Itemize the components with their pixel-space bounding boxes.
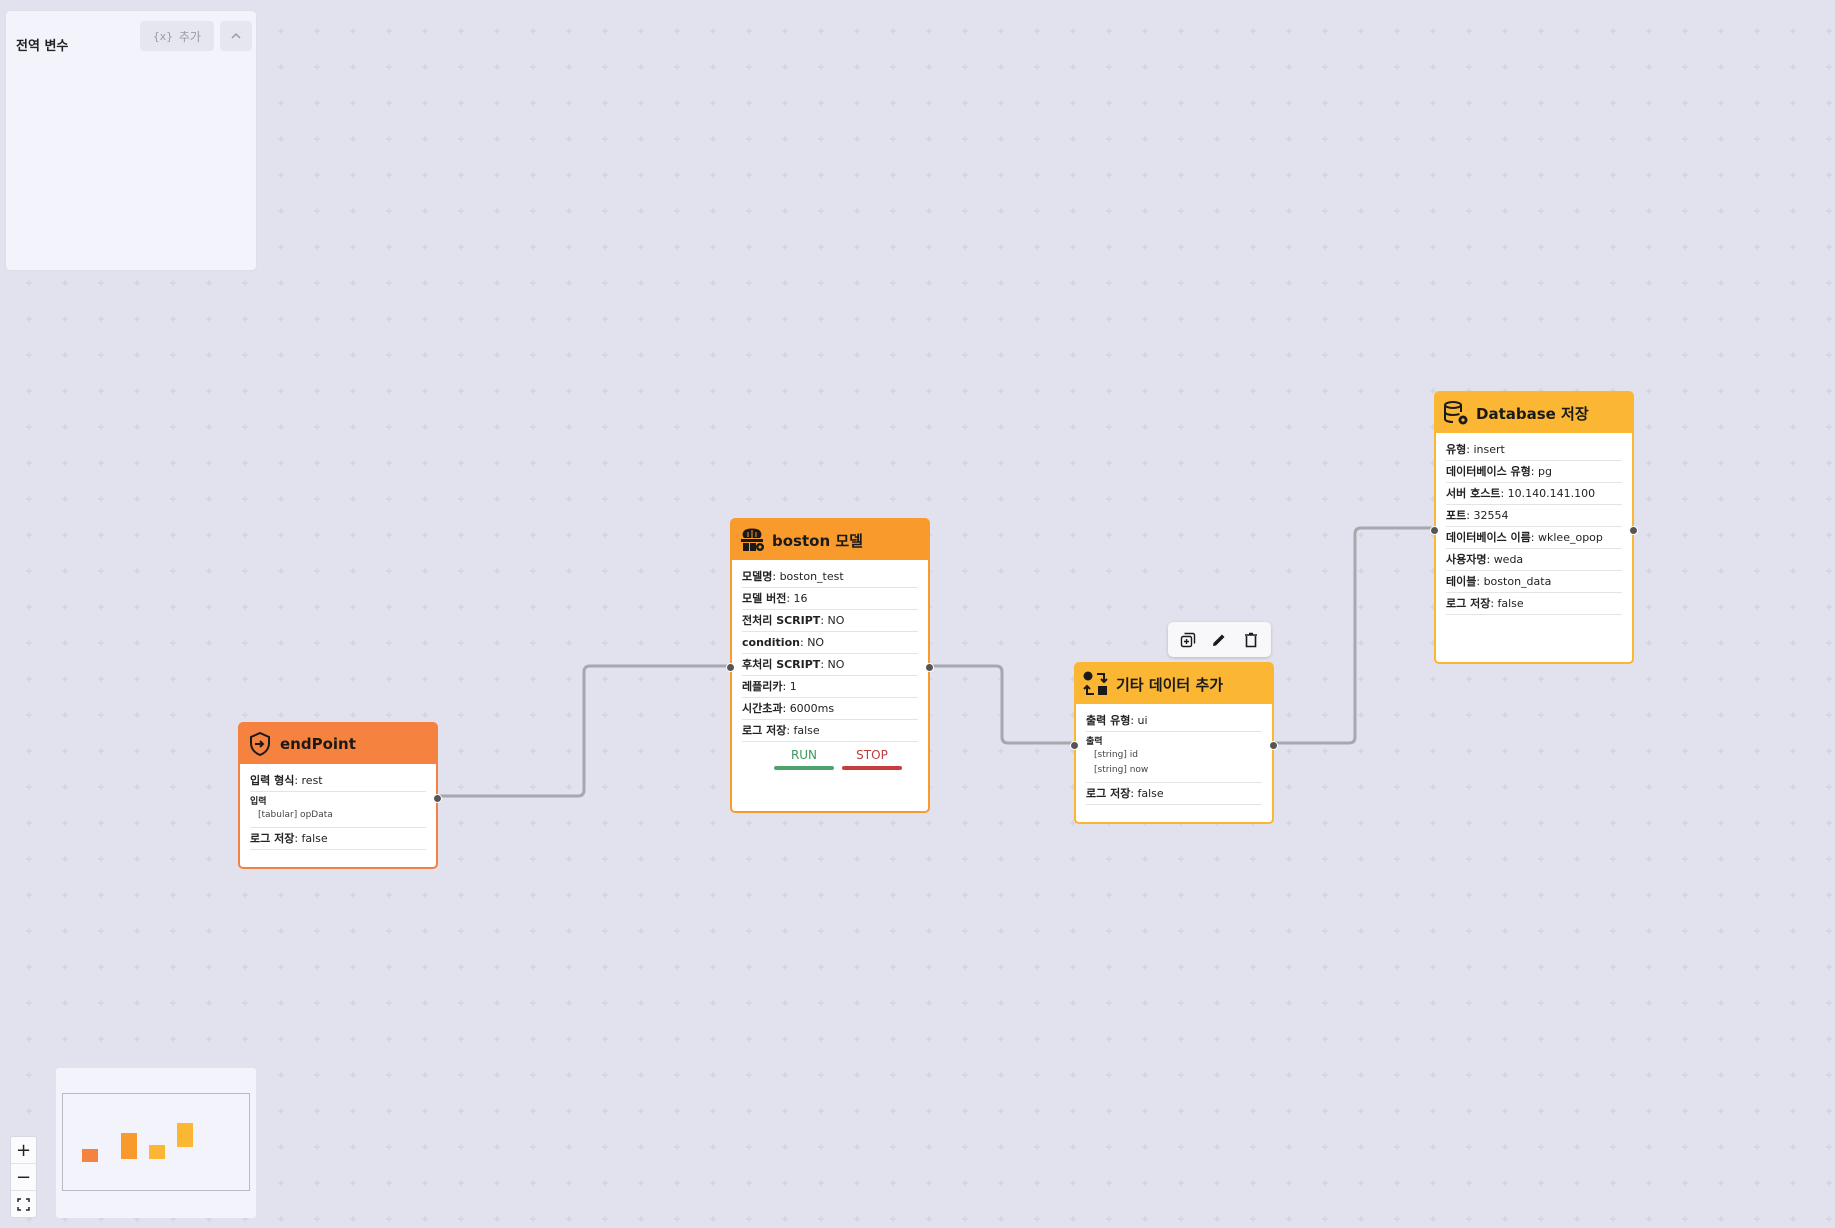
endpoint-input-section: 입력 [tabular] opData [250, 792, 426, 828]
endpoint-input-label: 입력 [250, 797, 267, 807]
minimap[interactable] [56, 1068, 256, 1218]
edge-boston-other[interactable] [929, 664, 1075, 745]
endpoint-input-item: [tabular] opData [258, 810, 333, 820]
zoom-controls: + − [10, 1136, 37, 1218]
stop-indicator [842, 766, 902, 770]
shapes-transform-icon [1082, 670, 1110, 698]
database-node-header[interactable]: Database 저장 [1436, 393, 1632, 433]
global-variables-panel: 전역 변수 {x} 추가 [6, 11, 256, 270]
boston-row-replica: 레플리카: 1 [742, 676, 918, 698]
database-row-type: 유형: insert [1446, 439, 1622, 461]
database-row-port: 포트: 32554 [1446, 505, 1622, 527]
database-input-port[interactable] [1430, 526, 1439, 535]
database-row-log: 로그 저장: false [1446, 593, 1622, 615]
boston-row-model-version: 모델 버전: 16 [742, 588, 918, 610]
boston-node-title: boston 모델 [772, 531, 863, 550]
endpoint-node-title: endPoint [280, 735, 356, 753]
fit-view-icon [17, 1197, 30, 1211]
other-data-output-item-now: [string] now [1094, 765, 1149, 775]
add-variable-label: 추가 [178, 29, 201, 44]
database-row-table: 테이블: boston_data [1446, 571, 1622, 593]
minimap-node-boston [121, 1133, 137, 1159]
boston-row-log: 로그 저장: false [742, 720, 918, 742]
other-data-output-label: 출력 [1086, 737, 1103, 747]
boston-row-condition: condition: NO [742, 632, 918, 654]
endpoint-row-log: 로그 저장: false [250, 828, 426, 850]
brain-gear-icon [738, 526, 766, 554]
other-data-row-output-type: 출력 유형: ui [1086, 710, 1262, 732]
endpoint-row-input-format: 입력 형식: rest [250, 770, 426, 792]
duplicate-icon[interactable] [1176, 628, 1200, 652]
fit-view-button[interactable] [11, 1191, 36, 1217]
boston-row-timeout: 시간초과: 6000ms [742, 698, 918, 720]
other-data-node[interactable]: 기타 데이터 추가 출력 유형: ui 출력 [string] id [stri… [1070, 662, 1278, 824]
minimap-viewport[interactable] [62, 1093, 250, 1191]
database-row-db-type: 데이터베이스 유형: pg [1446, 461, 1622, 483]
run-indicator [774, 766, 834, 770]
endpoint-output-port[interactable] [433, 794, 442, 803]
shield-enter-icon [246, 730, 274, 758]
stop-button[interactable]: STOP [842, 748, 902, 762]
plus-icon: + [15, 1139, 32, 1161]
other-data-node-header[interactable]: 기타 데이터 추가 [1076, 664, 1272, 704]
chevron-up-icon [231, 32, 241, 39]
collapse-panel-button[interactable] [220, 21, 252, 51]
edit-pencil-icon[interactable] [1207, 628, 1231, 652]
run-button[interactable]: RUN [774, 748, 834, 762]
other-data-row-log: 로그 저장: false [1086, 783, 1262, 805]
endpoint-node[interactable]: endPoint 입력 형식: rest 입력 [tabular] opData… [238, 722, 442, 869]
run-stop-controls: RUN STOP [742, 742, 918, 772]
node-toolbar [1168, 622, 1271, 657]
boston-node-header[interactable]: boston 모델 [732, 520, 928, 560]
minus-icon: − [15, 1166, 32, 1188]
variable-icon: {x} [153, 29, 173, 43]
database-node[interactable]: Database 저장 유형: insert 데이터베이스 유형: pg 서버 … [1430, 391, 1638, 664]
database-output-port[interactable] [1629, 526, 1638, 535]
add-variable-button[interactable]: {x} 추가 [140, 21, 214, 51]
other-data-output-port[interactable] [1269, 741, 1278, 750]
minimap-node-endpoint [82, 1149, 98, 1162]
database-row-host: 서버 호스트: 10.140.141.100 [1446, 483, 1622, 505]
zoom-in-button[interactable]: + [11, 1137, 36, 1164]
database-gear-icon [1442, 399, 1470, 427]
other-data-output-item-id: [string] id [1094, 750, 1138, 760]
boston-row-model-name: 모델명: boston_test [742, 566, 918, 588]
boston-output-port[interactable] [925, 663, 934, 672]
database-node-title: Database 저장 [1476, 404, 1589, 423]
minimap-node-database [177, 1123, 193, 1147]
edge-other-database[interactable] [1273, 526, 1435, 745]
boston-model-node[interactable]: boston 모델 모델명: boston_test 모델 버전: 16 전처리… [726, 518, 934, 813]
global-variables-title: 전역 변수 [16, 39, 69, 54]
boston-row-preprocess: 전처리 SCRIPT: NO [742, 610, 918, 632]
endpoint-node-header[interactable]: endPoint [240, 724, 436, 764]
boston-input-port[interactable] [726, 663, 735, 672]
edge-endpoint-boston[interactable] [437, 664, 731, 798]
other-data-output-section: 출력 [string] id [string] now [1086, 732, 1262, 783]
database-row-username: 사용자명: weda [1446, 549, 1622, 571]
boston-row-postprocess: 후처리 SCRIPT: NO [742, 654, 918, 676]
other-data-input-port[interactable] [1070, 741, 1079, 750]
trash-icon[interactable] [1239, 628, 1263, 652]
zoom-out-button[interactable]: − [11, 1164, 36, 1191]
other-data-node-title: 기타 데이터 추가 [1116, 675, 1224, 694]
minimap-node-other [149, 1145, 165, 1159]
database-row-db-name: 데이터베이스 이름: wklee_opop [1446, 527, 1622, 549]
